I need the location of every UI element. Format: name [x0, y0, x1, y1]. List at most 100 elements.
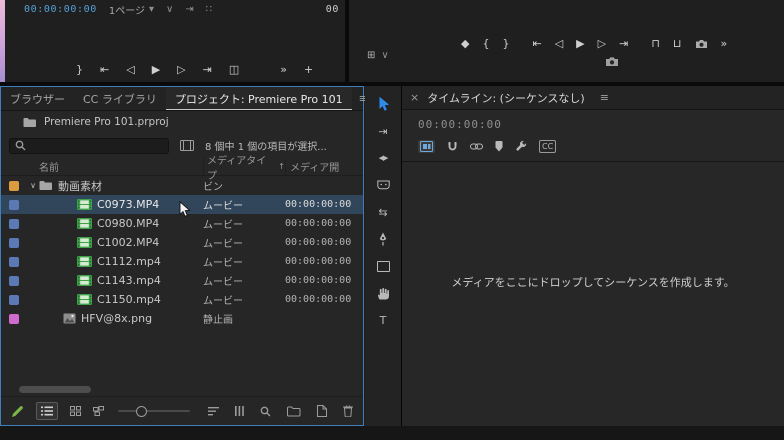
step-forward-icon[interactable]: ▷ — [598, 38, 606, 49]
hand-tool[interactable] — [372, 285, 394, 301]
tab-cc-libraries[interactable]: CC ライブラリ — [74, 87, 166, 110]
pen-tool[interactable] — [372, 231, 394, 247]
rectangle-tool[interactable] — [372, 258, 394, 274]
mark-out-icon[interactable]: } — [76, 64, 83, 75]
new-bin-icon[interactable] — [287, 406, 301, 417]
export-frame-icon[interactable] — [695, 39, 708, 49]
project-item-row[interactable]: ∨ C1150.mp4 ムービー 00:00:00:00 — [1, 290, 363, 309]
label-swatch[interactable] — [9, 180, 19, 191]
zoom-slider-track[interactable] — [118, 406, 190, 417]
column-header-media-start[interactable]: メディア開 — [285, 158, 363, 175]
button-editor-plus-icon[interactable]: + — [304, 64, 313, 75]
type-tool[interactable]: T — [372, 312, 394, 328]
chevron-down-icon[interactable]: ∨ — [381, 51, 388, 61]
item-type: ムービー — [203, 220, 243, 231]
step-forward-icon[interactable]: ▷ — [177, 64, 185, 75]
delete-icon[interactable] — [343, 405, 353, 417]
ripple-edit-tool[interactable]: ◀▶ — [372, 150, 394, 166]
play-icon[interactable]: ▶ — [576, 38, 584, 49]
tab-browser[interactable]: ブラウザー — [1, 87, 74, 110]
source-timecode[interactable]: 00:00:00:00 — [24, 4, 97, 15]
label-swatch[interactable] — [9, 294, 19, 305]
item-type: ムービー — [203, 258, 243, 269]
label-swatch[interactable] — [9, 313, 19, 324]
mark-out-icon[interactable]: } — [502, 38, 509, 49]
icon-view-button[interactable] — [70, 406, 81, 416]
project-item-list: ∨ 動画素材 ビン ∨ C0973.MP4 ムービー 00:00:00:00 — [1, 176, 363, 328]
add-marker-icon[interactable] — [495, 140, 503, 152]
captions-badge[interactable]: CC — [539, 139, 557, 153]
item-name: C0973.MP4 — [97, 198, 160, 211]
go-to-out-icon[interactable]: ⇥ — [619, 38, 628, 49]
razor-tool[interactable] — [372, 177, 394, 193]
project-item-row[interactable]: ∨ C1002.MP4 ムービー 00:00:00:00 — [1, 233, 363, 252]
options-dots-icon[interactable]: ∷ — [206, 4, 212, 15]
panel-menu-icon[interactable]: ≡ — [593, 91, 616, 104]
timeline-settings-wrench-icon[interactable] — [515, 140, 527, 152]
add-marker-icon[interactable]: ◆ — [461, 38, 469, 49]
button-overflow-icon[interactable]: » — [280, 64, 287, 75]
row-indent — [19, 261, 77, 262]
project-item-row[interactable]: ∨ C0980.MP4 ムービー 00:00:00:00 — [1, 214, 363, 233]
item-name: HFV@8x.png — [81, 312, 153, 325]
column-header-name[interactable]: 名前 — [1, 159, 203, 174]
column-options-icon[interactable] — [235, 406, 244, 416]
go-to-in-icon[interactable]: ⇤ — [532, 38, 541, 49]
project-item-row[interactable]: ∨ C0973.MP4 ムービー 00:00:00:00 — [1, 195, 363, 214]
linked-selection-icon[interactable] — [470, 142, 483, 151]
timeline-drop-zone[interactable]: メディアをここにドロップしてシーケンスを作成します。 — [402, 162, 784, 392]
play-icon[interactable]: ▶ — [152, 64, 160, 75]
expand-chevron-icon[interactable]: ∨ — [27, 181, 39, 190]
project-item-row[interactable]: ∨ HFV@8x.png 静止画 — [1, 309, 363, 328]
grid-view-icon[interactable]: ⊞ — [367, 51, 375, 61]
go-to-out-button-icon[interactable]: ⇥ — [203, 64, 212, 75]
zoom-slider-knob[interactable] — [136, 406, 147, 417]
label-swatch[interactable] — [9, 256, 19, 267]
export-frame-camera-icon[interactable] — [605, 56, 619, 67]
nest-sequences-icon[interactable] — [418, 139, 435, 153]
column-header-row: 名前 メディアタイプ ↑ メディア開 — [1, 156, 363, 182]
column-header-type[interactable]: メディアタイプ ↑ — [203, 156, 285, 182]
project-search-row: 8 個中 1 個の項目が選択... — [1, 133, 363, 158]
list-view-button[interactable] — [36, 402, 58, 420]
project-item-row[interactable]: ∨ 動画素材 ビン — [1, 176, 363, 195]
chevron-down-icon[interactable]: ∨ — [166, 4, 173, 15]
insert-icon[interactable]: ◫ — [229, 64, 239, 75]
label-swatch[interactable] — [9, 218, 19, 229]
selection-tool[interactable] — [372, 96, 394, 112]
media-filter-icon[interactable] — [180, 140, 194, 151]
timeline-tab-title[interactable]: タイムライン: (シーケンスなし) — [427, 90, 584, 106]
program-monitor-panel: ◆ { } ⇤ ◁ ▶ ▷ ⇥ ⊓ ⊔ » ⊞ ∨ — [349, 0, 784, 82]
slip-tool[interactable]: ⇆ — [372, 204, 394, 220]
project-breadcrumb[interactable]: Premiere Pro 101.prproj — [1, 111, 363, 133]
timeline-timecode[interactable]: 00:00:00:00 — [402, 110, 784, 137]
freeform-view-button[interactable] — [93, 406, 104, 416]
movie-icon — [77, 199, 92, 210]
button-overflow-icon[interactable]: » — [721, 38, 728, 49]
page-select-dropdown[interactable]: 1ページ ▾ — [109, 2, 154, 17]
close-icon[interactable]: × — [410, 91, 419, 104]
mark-in-icon[interactable]: { — [482, 38, 489, 49]
label-swatch[interactable] — [9, 237, 19, 248]
project-item-row[interactable]: ∨ C1143.mp4 ムービー 00:00:00:00 — [1, 271, 363, 290]
scrollbar-thumb[interactable] — [19, 386, 91, 393]
label-swatch[interactable] — [9, 275, 19, 286]
item-start: 00:00:00:00 — [285, 294, 352, 305]
sort-icon[interactable] — [208, 406, 219, 416]
step-back-icon[interactable]: ◁ — [555, 38, 563, 49]
label-swatch[interactable] — [9, 199, 19, 210]
search-input[interactable] — [31, 139, 163, 152]
snap-icon[interactable] — [447, 141, 458, 152]
extract-icon[interactable]: ⊔ — [673, 38, 682, 49]
lift-icon[interactable]: ⊓ — [651, 38, 660, 49]
go-to-in-icon[interactable]: ⇤ — [100, 64, 109, 75]
find-icon[interactable] — [260, 406, 271, 417]
tab-project[interactable]: プロジェクト: Premiere Pro 101 — [165, 87, 352, 110]
writable-pencil-icon[interactable] — [11, 405, 24, 418]
timeline-toolbar: CC — [402, 137, 784, 155]
track-select-forward-tool[interactable]: ⇥ — [372, 123, 394, 139]
step-back-icon[interactable]: ◁ — [126, 64, 134, 75]
new-item-icon[interactable] — [317, 405, 327, 417]
go-to-out-icon[interactable]: ⇥ — [185, 4, 193, 15]
project-item-row[interactable]: ∨ C1112.mp4 ムービー 00:00:00:00 — [1, 252, 363, 271]
